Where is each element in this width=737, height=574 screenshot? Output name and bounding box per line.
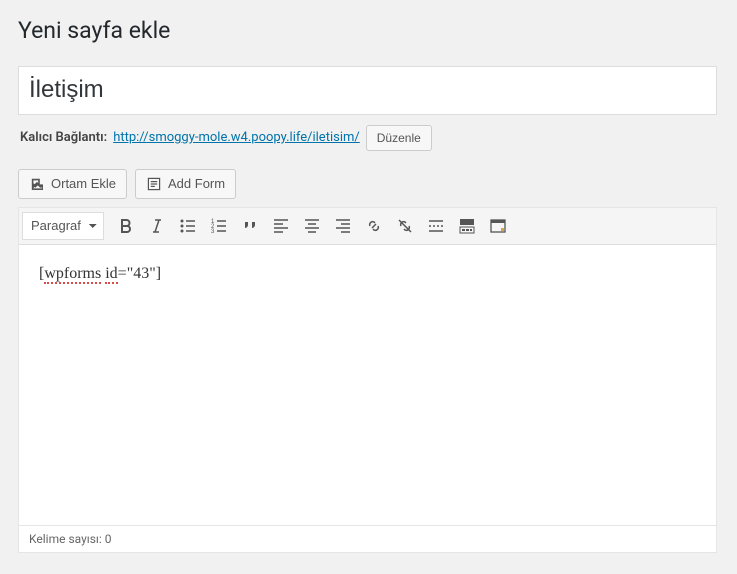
align-right-button[interactable] — [328, 211, 358, 241]
unlink-icon — [395, 216, 415, 236]
permalink-edit-button[interactable]: Düzenle — [366, 125, 432, 151]
permalink-label: Kalıcı Bağlantı: — [20, 130, 107, 145]
insert-template-button[interactable] — [483, 211, 513, 241]
read-more-button[interactable] — [421, 211, 451, 241]
align-right-icon — [333, 216, 353, 236]
italic-button[interactable] — [142, 211, 172, 241]
permalink-url[interactable]: http://smoggy-mole.w4.poopy.life/iletisi… — [113, 130, 360, 145]
add-form-label: Add Form — [168, 170, 225, 198]
align-left-icon — [271, 216, 291, 236]
bold-button[interactable] — [111, 211, 141, 241]
post-title-input[interactable] — [18, 66, 717, 115]
italic-icon — [147, 216, 167, 236]
toolbar-toggle-button[interactable] — [452, 211, 482, 241]
link-button[interactable] — [359, 211, 389, 241]
word-count-label: Kelime sayısı: — [29, 532, 102, 546]
align-center-icon — [302, 216, 322, 236]
format-select[interactable]: Paragraf — [22, 212, 104, 240]
quote-icon — [240, 216, 260, 236]
form-icon — [146, 176, 162, 192]
editor-toolbar: Paragraf 123 — [19, 208, 716, 245]
bullet-list-button[interactable] — [173, 211, 203, 241]
add-form-button[interactable]: Add Form — [135, 169, 236, 199]
editor-footer: Kelime sayısı: 0 — [19, 525, 716, 552]
permalink-row: Kalıcı Bağlantı: http://smoggy-mole.w4.p… — [18, 115, 717, 151]
bullet-list-icon — [178, 216, 198, 236]
page-title: Yeni sayfa ekle — [18, 8, 717, 48]
editor-box: Paragraf 123 [wpforms id="43"] Kelime sa… — [18, 207, 717, 553]
align-center-button[interactable] — [297, 211, 327, 241]
add-media-label: Ortam Ekle — [51, 170, 116, 198]
template-icon — [488, 216, 508, 236]
svg-text:3: 3 — [211, 229, 215, 235]
read-more-icon — [426, 216, 446, 236]
add-media-button[interactable]: Ortam Ekle — [18, 169, 127, 199]
unlink-button[interactable] — [390, 211, 420, 241]
editor-content-area[interactable]: [wpforms id="43"] — [19, 245, 716, 525]
editor-text: [wpforms id="43"] — [39, 265, 161, 282]
number-list-button[interactable]: 123 — [204, 211, 234, 241]
number-list-icon: 123 — [209, 216, 229, 236]
media-icon — [29, 176, 45, 192]
bold-icon — [116, 216, 136, 236]
word-count-value: 0 — [105, 532, 112, 546]
toolbar-toggle-icon — [457, 216, 477, 236]
blockquote-button[interactable] — [235, 211, 265, 241]
link-icon — [364, 216, 384, 236]
align-left-button[interactable] — [266, 211, 296, 241]
